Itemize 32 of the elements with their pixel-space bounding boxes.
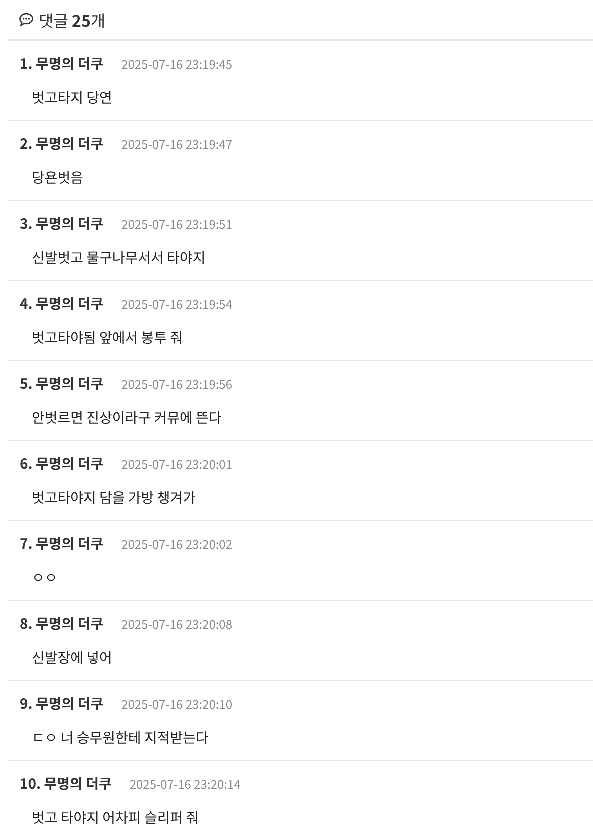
- comment-author: 10. 무명의 더쿠: [20, 774, 112, 794]
- comment-time: 2025-07-16 23:20:01: [122, 456, 233, 473]
- comment-time: 2025-07-16 23:19:56: [122, 376, 233, 393]
- comment-author: 5. 무명의 더쿠: [20, 374, 104, 394]
- comment-time: 2025-07-16 23:20:10: [122, 696, 233, 713]
- comment-time: 2025-07-16 23:19:51: [122, 216, 233, 233]
- comment-text: 벗고타야됨 앞에서 봉투 줘: [31, 328, 184, 348]
- comment-text: 벗고타지 당연: [31, 88, 112, 108]
- comment-author: 3. 무명의 더쿠: [20, 214, 104, 234]
- comment-time: 2025-07-16 23:20:14: [130, 776, 241, 793]
- comment-text: ㅇㅇ: [31, 568, 58, 588]
- comment-text: 신발벗고 물구나무서서 타야지: [31, 248, 206, 268]
- comment-author: 4. 무명의 더쿠: [20, 294, 104, 314]
- comment-time: 2025-07-16 23:19:45: [122, 56, 233, 73]
- comment-time: 2025-07-16 23:19:54: [122, 296, 233, 313]
- comment-time: 2025-07-16 23:20:02: [122, 536, 233, 553]
- speech-bubble-icon: [19, 12, 34, 26]
- comment-author: 9. 무명의 더쿠: [20, 694, 104, 714]
- comment-text: 신발장에 넣어: [31, 648, 112, 668]
- comment-text: 벗고타야지 담을 가방 챙겨가: [31, 488, 196, 508]
- comment-text: 당욘벗음: [31, 168, 84, 188]
- comments-count-title: 댓글 25개: [39, 8, 106, 32]
- comment-author: 2. 무명의 더쿠: [20, 134, 104, 154]
- comment-text: 벗고 타야지 어차피 슬리퍼 줘: [31, 808, 200, 828]
- comment-text: 안벗르면 진상이라구 커뮤에 뜬다: [31, 408, 222, 428]
- comment-author: 7. 무명의 더쿠: [20, 534, 104, 554]
- comment-time: 2025-07-16 23:20:08: [122, 616, 233, 633]
- comment-author: 1. 무명의 더쿠: [20, 54, 104, 74]
- comment-author: 6. 무명의 더쿠: [20, 454, 104, 474]
- comment-text: ㄷㅇ 너 승무원한테 지적받는다: [31, 728, 209, 748]
- comment-author: 8. 무명의 더쿠: [20, 614, 104, 634]
- comment-time: 2025-07-16 23:19:47: [122, 136, 233, 153]
